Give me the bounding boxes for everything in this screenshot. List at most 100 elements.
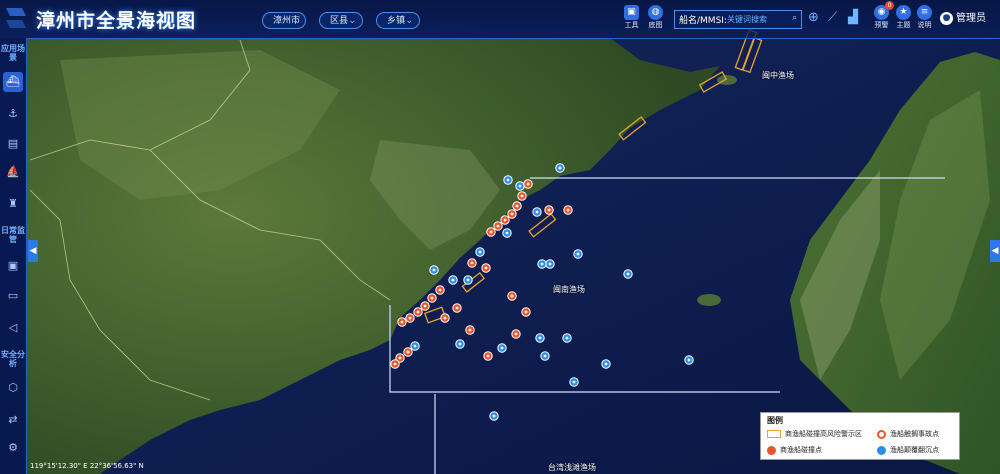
- broadcast-icon[interactable]: ◁: [3, 318, 23, 338]
- pin-center-dot: [566, 208, 570, 212]
- pin-center-dot: [423, 304, 427, 308]
- pin-center-dot: [514, 332, 518, 336]
- chevron-down-icon: ⌄: [291, 16, 299, 26]
- pin-center-dot: [443, 316, 447, 320]
- camera-icon[interactable]: ▣: [3, 256, 23, 276]
- pin-center-dot: [510, 212, 514, 216]
- risk-zone-swatch-icon: [767, 430, 781, 438]
- pin-center-dot: [492, 414, 496, 418]
- add-point-tool[interactable]: ⊕: [808, 10, 819, 25]
- search-icon[interactable]: ⌕: [792, 13, 797, 23]
- pin-center-dot: [400, 320, 404, 324]
- basemap-button[interactable]: ◍ 底图: [648, 5, 663, 30]
- collision-pin-icon: [767, 445, 776, 455]
- pin-center-dot: [406, 350, 410, 354]
- pin-center-dot: [408, 316, 412, 320]
- pin-center-dot: [466, 278, 470, 282]
- help-label: 说明: [917, 21, 932, 29]
- shuffle-icon[interactable]: ⇄: [3, 410, 23, 430]
- pin-center-dot: [558, 166, 562, 170]
- pin-center-dot: [626, 272, 630, 276]
- tools-button[interactable]: ▣ 工具: [624, 5, 639, 30]
- pin-center-dot: [576, 252, 580, 256]
- shield-icon[interactable]: ⬡: [3, 378, 23, 398]
- chevron-down-icon: ⌄: [348, 16, 356, 26]
- user-menu[interactable]: ● 管理员: [940, 9, 986, 25]
- capsize-pin-icon: [877, 445, 886, 455]
- pin-center-dot: [503, 218, 507, 222]
- pin-center-dot: [489, 230, 493, 234]
- ship-monitor-icon[interactable]: ⛴: [3, 72, 23, 92]
- pin-center-dot: [438, 288, 442, 292]
- search-label: 船名/MMSI:: [679, 16, 727, 26]
- pin-center-dot: [455, 306, 459, 310]
- pin-center-dot: [548, 262, 552, 266]
- add-area-tool[interactable]: ▟: [848, 10, 858, 25]
- pin-center-dot: [526, 182, 530, 186]
- add-point-icon: ⊕: [808, 10, 819, 25]
- grid-icon[interactable]: ▤: [3, 134, 23, 154]
- chevron-down-icon: ⌄: [405, 16, 413, 26]
- town-dropdown[interactable]: 乡镇 ⌄: [376, 12, 420, 29]
- anchor-icon[interactable]: ⚓: [3, 104, 23, 124]
- pin-center-dot: [432, 268, 436, 272]
- help-button[interactable]: ≡ 说明: [917, 5, 932, 30]
- pin-center-dot: [540, 262, 544, 266]
- pin-center-dot: [484, 266, 488, 270]
- pin-center-dot: [538, 336, 542, 340]
- sea-label-minnan: 闽南渔场: [553, 285, 585, 294]
- alert-label: 预警: [874, 21, 889, 29]
- expand-right-panel-arrow-icon[interactable]: ◀: [990, 240, 1000, 262]
- left-sidebar: 应用场景 ⛴ ⚓ ▤ ⛵ ♜ 日常监管 ▣ ▭ ◁ 安全分析 ⬡ ⇄ ⚙: [0, 38, 27, 474]
- avatar: ●: [940, 11, 953, 25]
- briefcase-icon: ▣: [624, 5, 639, 20]
- pin-center-dot: [524, 310, 528, 314]
- tools-label: 工具: [624, 21, 639, 29]
- pin-center-dot: [547, 208, 551, 212]
- legend-item-collision: 商渔船碰撞点: [767, 445, 822, 455]
- legend-item-grounding: 渔船触搁事故点: [877, 429, 939, 439]
- pin-center-dot: [500, 346, 504, 350]
- theme-label: 主题: [896, 21, 911, 29]
- alert-button[interactable]: ◉ 0 预警: [874, 1, 894, 30]
- pin-center-dot: [565, 336, 569, 340]
- pin-center-dot: [520, 194, 524, 198]
- boat-icon[interactable]: ⛵: [3, 162, 23, 182]
- city-dropdown[interactable]: 漳州市 ⌄: [262, 12, 306, 29]
- pin-center-dot: [393, 362, 397, 366]
- map-legend: 图例 商渔船碰撞高风险警示区 渔船触搁事故点 商渔船碰撞点 渔船颠覆翻沉点: [760, 412, 960, 460]
- pin-center-dot: [430, 296, 434, 300]
- expand-left-panel-arrow-icon[interactable]: ◀: [28, 240, 38, 262]
- island: [717, 75, 737, 85]
- pin-center-dot: [398, 356, 402, 360]
- add-area-icon: ▟: [848, 10, 858, 25]
- grounding-pin-icon: [877, 429, 886, 439]
- pin-center-dot: [478, 250, 482, 254]
- user-name: 管理员: [956, 13, 986, 24]
- title-decoration-icon: [6, 8, 26, 28]
- sidebar-group-scenarios: 应用场景: [1, 44, 25, 62]
- pin-center-dot: [496, 224, 500, 228]
- legend-item-risk-zone: 商渔船碰撞高风险警示区: [767, 429, 862, 439]
- pin-center-dot: [543, 354, 547, 358]
- port-icon[interactable]: ♜: [3, 194, 23, 214]
- page-title: 漳州市全景海视图: [36, 10, 197, 32]
- legend-item-capsize: 渔船颠覆翻沉点: [877, 445, 939, 455]
- alert-count-badge: 0: [885, 1, 894, 10]
- settings-icon[interactable]: ⚙: [3, 438, 23, 458]
- monitor-icon[interactable]: ▭: [3, 286, 23, 306]
- pin-center-dot: [506, 178, 510, 182]
- sidebar-group-daily: 日常监管: [1, 226, 25, 244]
- sidebar-group-safety: 安全分析: [1, 350, 25, 368]
- ship-search-box[interactable]: 船名/MMSI: 关键词搜索 ⌕: [674, 10, 802, 29]
- legend-title: 图例: [767, 416, 783, 425]
- search-input[interactable]: 关键词搜索: [727, 14, 767, 25]
- satellite-map[interactable]: [0, 0, 1000, 474]
- county-dropdown[interactable]: 区县 ⌄: [319, 12, 363, 29]
- top-header-bar: 漳州市全景海视图 漳州市 ⌄ 区县 ⌄ 乡镇 ⌄ ▣ 工具 ◍ 底图 船名/MM…: [0, 0, 1000, 39]
- pin-center-dot: [470, 261, 474, 265]
- theme-button[interactable]: ★ 主题: [896, 5, 911, 30]
- island: [697, 294, 721, 306]
- add-line-tool[interactable]: ⟋: [828, 10, 837, 25]
- pin-center-dot: [505, 231, 509, 235]
